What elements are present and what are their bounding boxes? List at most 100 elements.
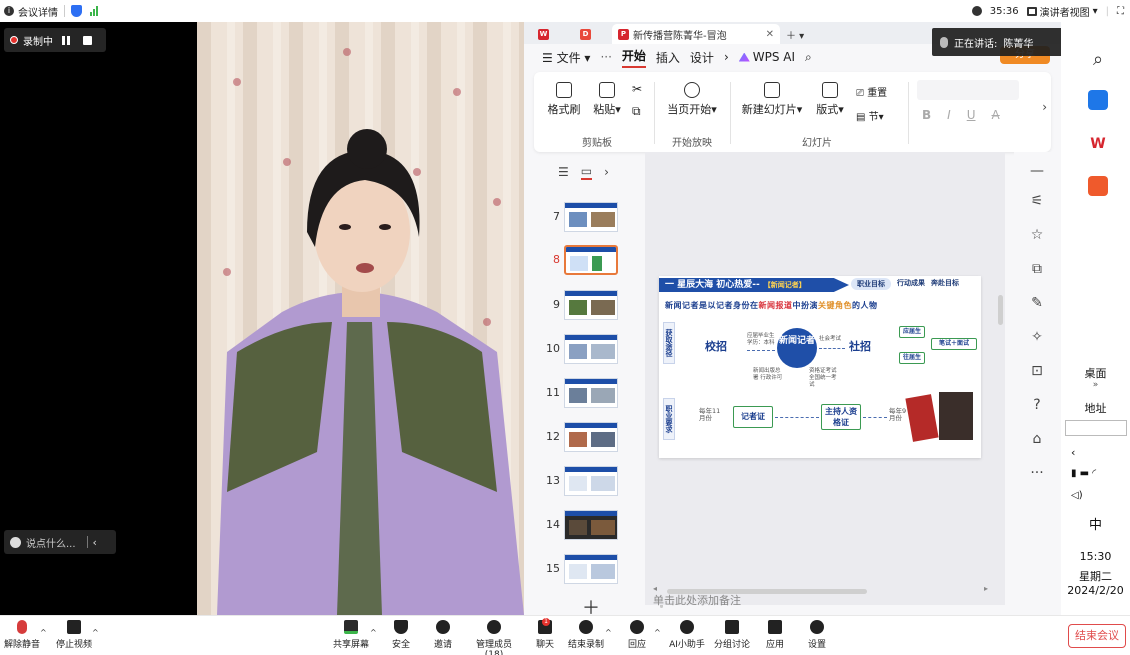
slide-thumbnail[interactable]: 7 [550,202,644,232]
chat-input[interactable]: 说点什么... ‹ [4,530,116,554]
magic-tool-icon[interactable]: ✧ [1028,328,1046,346]
tray-icons[interactable]: ▮ ▬ ◜ [1071,468,1096,479]
manage-members-button[interactable]: 管理成员(18) [468,620,520,655]
video-options-caret[interactable]: ^ [92,628,99,637]
slide-thumbnail[interactable]: 11 [546,378,644,408]
share-options-caret[interactable]: ^ [370,628,377,637]
clock-weekday[interactable]: 星期二 [1061,568,1130,584]
menu-scroll-right-icon[interactable]: › [724,50,729,64]
section-button[interactable]: ▤ 节▾ [856,108,884,123]
copy-icon[interactable]: ⧉ [632,104,641,119]
emoji-icon[interactable] [10,536,21,548]
help-icon[interactable]: ? [1028,396,1046,414]
scroll-right-icon[interactable]: ▸ [984,584,988,593]
slide-view-icon[interactable]: ▭ [580,164,593,180]
new-tab-button[interactable]: ＋ ▾ [786,24,804,44]
font-name-select[interactable] [917,80,1019,100]
current-slide[interactable]: 一 星辰大海 初心热爱-- 【新闻记者】 职业目标 行动成果 奔赴目标 新闻记者是… [659,276,981,458]
expand-icon[interactable]: » [1061,380,1130,390]
wps-ai-button[interactable]: WPS AI [738,50,795,64]
layout-button[interactable]: 版式▾ [810,82,850,117]
ai-assistant-button[interactable]: AI小助手 [668,620,706,650]
ime-indicator[interactable]: 中 [1061,514,1130,533]
format-painter-button[interactable]: 格式刷 [546,82,582,117]
menu-more[interactable]: ··· [600,50,611,64]
security-button[interactable]: 安全 [388,620,414,650]
share-screen-button[interactable]: 共享屏幕 [333,620,369,650]
search-icon[interactable]: ⌕ [805,50,812,65]
reaction-options-caret[interactable]: ^ [654,628,661,637]
stop-recording-button[interactable] [79,32,95,48]
clock-date[interactable]: 2024/2/20 [1061,584,1130,597]
slide-thumbnail[interactable]: 14 [546,510,644,540]
outline-view-icon[interactable]: ☰ [558,165,569,179]
collapse-panel-icon[interactable]: › [604,165,609,179]
collapse-icon[interactable]: ‹ [1071,446,1075,459]
tshirt-icon[interactable]: ⌂ [1028,430,1046,448]
star-icon[interactable]: ☆ [1028,226,1046,244]
security-shield-icon[interactable] [71,5,82,17]
cut-icon[interactable]: ✂ [632,82,642,96]
close-tab-icon[interactable]: ✕ [766,29,774,40]
collapse-chat-icon[interactable]: ‹ [93,536,97,549]
slide-canvas[interactable]: 一 星辰大海 初心热爱-- 【新闻记者】 职业目标 行动成果 奔赴目标 新闻记者是… [645,152,1005,608]
strikethrough-button[interactable]: A [992,108,1000,122]
slide-thumbnail[interactable]: 9 [550,290,644,320]
bold-button[interactable]: B [922,108,931,122]
add-slide-icon[interactable]: ＋ [582,594,600,615]
cloud-app-icon[interactable] [1088,90,1108,110]
menu-insert[interactable]: 插入 [656,49,680,66]
more-tools-icon[interactable]: ··· [1028,464,1046,482]
adjust-icon[interactable]: ⚟ [1028,192,1046,210]
breakout-button[interactable]: 分组讨论 [714,620,750,650]
slide-thumbnail[interactable]: 12 [546,422,644,452]
search-icon[interactable]: ⌕ [1088,50,1108,70]
menu-design[interactable]: 设计 [690,49,714,66]
menu-file[interactable]: ☰ 文件 ▾ [542,49,590,66]
desktop-label[interactable]: 桌面 [1061,365,1130,381]
italic-button[interactable]: I [947,108,951,122]
end-recording-button[interactable]: 结束录制 [568,620,604,650]
slide-thumbnail[interactable]: 13 [546,466,644,496]
docer-tab[interactable]: D [580,24,591,44]
minimize-icon[interactable]: — [1028,162,1046,180]
record-options-caret[interactable]: ^ [605,628,612,637]
wps-home-tab[interactable]: W [538,24,549,44]
pause-recording-button[interactable] [58,32,74,48]
slide-thumbnail-selected[interactable]: 8 [550,245,644,275]
audio-options-caret[interactable]: ^ [40,628,47,637]
new-slide-button[interactable]: 新建幻灯片▾ [740,82,804,117]
document-tab[interactable]: P 新传播营陈菁华-冒泡 ✕ [612,24,780,44]
edit-image-icon[interactable]: ✎ [1028,294,1046,312]
chat-button[interactable]: 1 聊天 [532,618,558,650]
paste-button[interactable]: 粘贴▾ [586,82,628,117]
fullscreen-icon[interactable]: ⛶ [1117,6,1124,17]
address-label[interactable]: 地址 [1061,400,1130,416]
network-signal-icon[interactable] [90,6,98,16]
invite-button[interactable]: 邀请 [430,620,456,650]
stop-video-button[interactable]: 停止视频 [56,620,92,650]
reaction-button[interactable]: 回应 [624,620,650,650]
address-input[interactable] [1065,420,1127,436]
wps-app-icon[interactable]: W [1088,134,1108,154]
slide-thumbnail[interactable]: 15 [546,554,644,584]
ribbon-more-icon[interactable]: › [1042,100,1047,114]
end-meeting-button[interactable]: 结束会议 [1068,624,1126,648]
shape-icon[interactable]: ⧉ [1028,260,1046,278]
apps-button[interactable]: 应用 [762,620,788,650]
canvas-vertical-scrollbar[interactable] [998,295,1003,325]
video-app-icon[interactable] [1088,176,1108,196]
settings-button[interactable]: 设置 [804,620,830,650]
note-icon[interactable]: ⊡ [1028,362,1046,380]
notes-placeholder[interactable]: 单击此处添加备注 [653,592,741,608]
underline-button[interactable]: U [967,108,976,122]
unmute-button[interactable]: 解除静音 [4,620,40,650]
clock-time[interactable]: 15:30 [1061,550,1130,563]
reset-button[interactable]: ⎚ 重置 [856,84,887,99]
menu-start[interactable]: 开始 [621,47,646,68]
volume-icon[interactable]: ◁) [1071,490,1083,501]
play-current-button[interactable]: 当页开始▾ [664,82,720,117]
presenter-view-button[interactable]: 演讲者视图 ▾ [1026,4,1098,19]
meeting-info-button[interactable]: i 会议详情 [0,4,58,19]
slide-thumbnail[interactable]: 10 [546,334,644,364]
